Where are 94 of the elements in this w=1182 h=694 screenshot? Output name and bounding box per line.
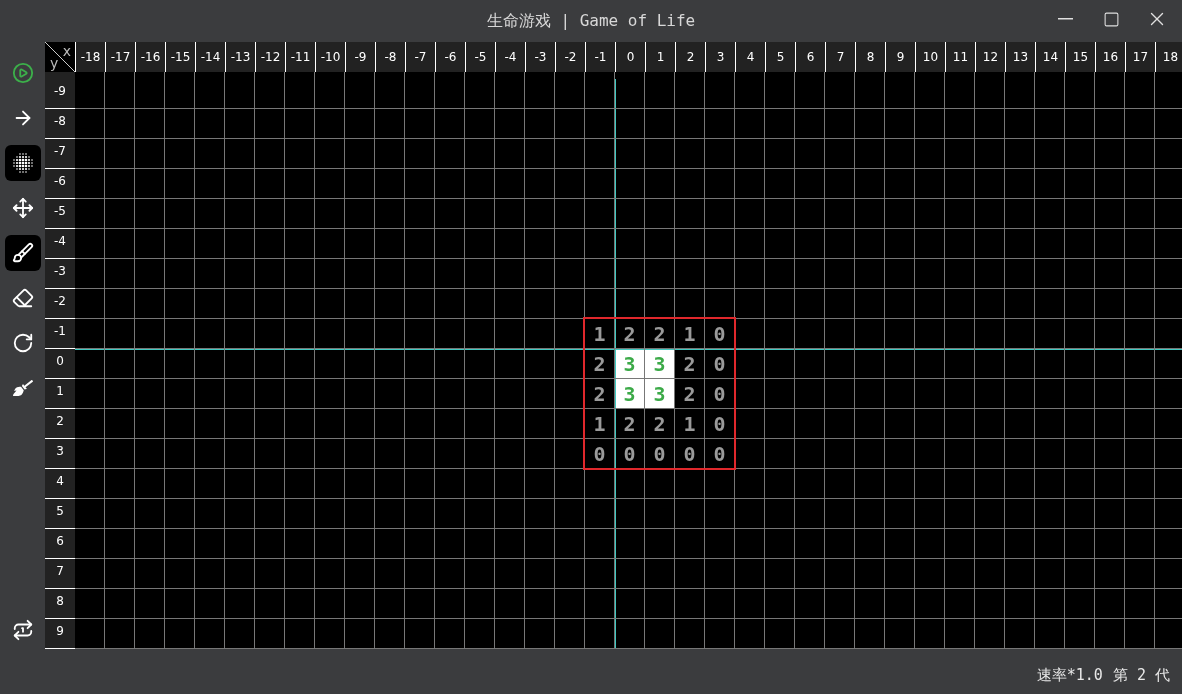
column-header: -4: [495, 42, 525, 72]
speed-text: 速率*1.0: [1036, 666, 1103, 685]
row-header: 9: [45, 619, 75, 649]
neighbor-count[interactable]: 1: [675, 319, 705, 349]
neighbor-count[interactable]: 2: [645, 319, 675, 349]
column-header: 17: [1125, 42, 1155, 72]
minimize-icon: [1057, 18, 1073, 20]
neighbor-count[interactable]: 1: [675, 409, 705, 439]
neighbor-count[interactable]: 0: [705, 439, 735, 469]
neighbor-count[interactable]: 1: [585, 319, 615, 349]
column-header: 5: [765, 42, 795, 72]
repeat-one-icon: [11, 619, 34, 641]
neighbor-count[interactable]: 2: [615, 319, 645, 349]
neighbor-count[interactable]: 0: [705, 319, 735, 349]
column-header: 11: [945, 42, 975, 72]
column-header: -9: [345, 42, 375, 72]
row-header: -2: [45, 289, 75, 319]
column-header: 10: [915, 42, 945, 72]
column-header: 9: [885, 42, 915, 72]
column-header: -1: [585, 42, 615, 72]
neighbor-count[interactable]: 0: [675, 439, 705, 469]
neighbor-count[interactable]: 2: [615, 409, 645, 439]
neighbor-count[interactable]: 2: [585, 349, 615, 379]
row-header: 3: [45, 439, 75, 469]
row-header: 6: [45, 529, 75, 559]
row-header: 8: [45, 589, 75, 619]
column-header: -10: [315, 42, 345, 72]
neighbor-count[interactable]: 0: [615, 439, 645, 469]
row-header: 1: [45, 379, 75, 409]
grid-toggle-button[interactable]: [4, 145, 41, 181]
column-header: 13: [1005, 42, 1035, 72]
row-header: -7: [45, 139, 75, 169]
neighbor-count[interactable]: 0: [585, 439, 615, 469]
row-header: 0: [45, 349, 75, 379]
column-header: 3: [705, 42, 735, 72]
row-header: -3: [45, 259, 75, 289]
neighbor-count[interactable]: 2: [675, 379, 705, 409]
maximize-icon: [1102, 10, 1120, 28]
column-header: -16: [135, 42, 165, 72]
column-header: 8: [855, 42, 885, 72]
row-header: 2: [45, 409, 75, 439]
column-header: -8: [375, 42, 405, 72]
neighbor-count[interactable]: 2: [645, 409, 675, 439]
row-header: 5: [45, 499, 75, 529]
column-header: -12: [255, 42, 285, 72]
column-header: -18: [75, 42, 105, 72]
broom-icon: [12, 378, 33, 398]
row-header: 4: [45, 469, 75, 499]
row-header: -5: [45, 199, 75, 229]
column-header: 16: [1095, 42, 1125, 72]
dotted-sphere-icon: [11, 152, 34, 174]
row-header: -8: [45, 109, 75, 139]
row-header: -4: [45, 229, 75, 259]
column-header: -3: [525, 42, 555, 72]
y-axis-label: y: [50, 56, 59, 70]
column-header: 7: [825, 42, 855, 72]
neighbor-count[interactable]: 2: [675, 349, 705, 379]
column-header: 2: [675, 42, 705, 72]
neighbor-count[interactable]: 0: [705, 379, 735, 409]
column-header: -7: [405, 42, 435, 72]
neighbor-count[interactable]: 0: [705, 409, 735, 439]
eraser-icon: [11, 287, 34, 309]
column-header: 18: [1155, 42, 1182, 72]
brush-tool[interactable]: [4, 235, 41, 271]
column-header: -2: [555, 42, 585, 72]
neighbor-count[interactable]: 0: [705, 349, 735, 379]
brush-icon: [11, 242, 34, 264]
column-header: 1: [645, 42, 675, 72]
column-header: -11: [285, 42, 315, 72]
column-header: 12: [975, 42, 1005, 72]
row-header: -6: [45, 169, 75, 199]
column-header: 14: [1035, 42, 1065, 72]
column-header: 0: [615, 42, 645, 72]
move-icon: [11, 197, 34, 219]
row-header: 7: [45, 559, 75, 589]
column-header: -5: [465, 42, 495, 72]
neighbor-count[interactable]: 0: [645, 439, 675, 469]
play-icon: [11, 62, 34, 84]
column-header: -6: [435, 42, 465, 72]
column-header: -14: [195, 42, 225, 72]
row-header: -1: [45, 319, 75, 349]
column-header: -13: [225, 42, 255, 72]
column-header: 4: [735, 42, 765, 72]
column-header: 6: [795, 42, 825, 72]
neighbor-count[interactable]: 2: [585, 379, 615, 409]
column-header: 15: [1065, 42, 1095, 72]
window-title: 生命游戏 | Game of Life: [486, 10, 696, 32]
column-header: -15: [165, 42, 195, 72]
column-header: -17: [105, 42, 135, 72]
generation-text: 第 2 代: [1112, 666, 1170, 685]
rotate-icon: [11, 332, 34, 354]
row-header: -9: [45, 79, 75, 109]
neighbor-count[interactable]: 1: [585, 409, 615, 439]
x-axis-label: x: [62, 44, 71, 58]
